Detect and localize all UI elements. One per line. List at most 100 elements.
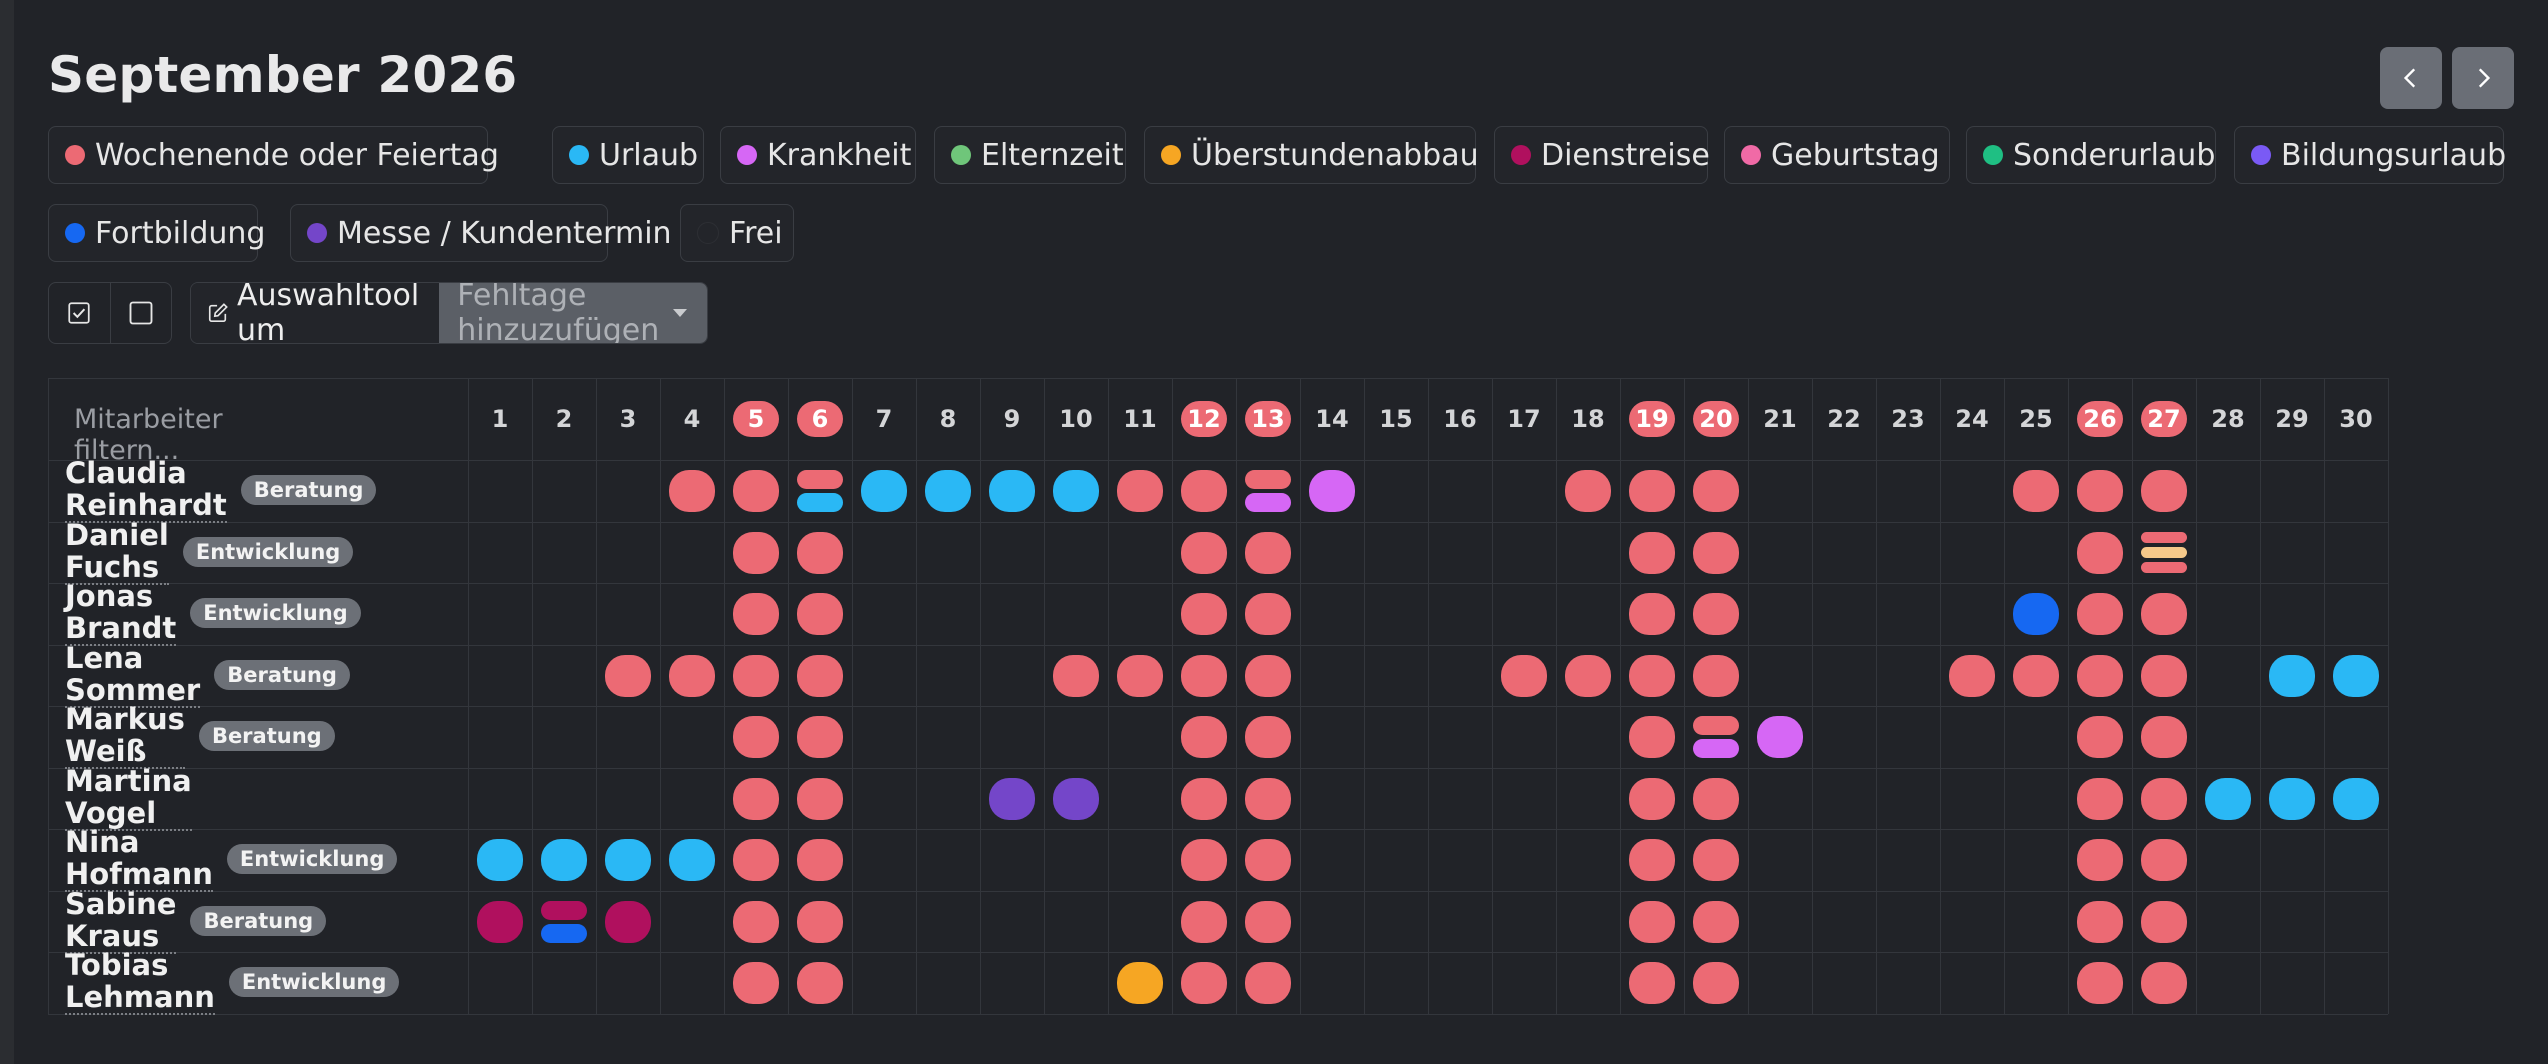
absence-marker-urlaub[interactable] — [2333, 654, 2379, 697]
absence-marker-krankheit[interactable] — [1309, 470, 1355, 512]
absence-marker-urlaub[interactable] — [2269, 777, 2315, 820]
absence-marker-weekend[interactable] — [669, 654, 715, 697]
absence-marker-weekend[interactable] — [2077, 777, 2123, 820]
absence-marker-weekend[interactable] — [1629, 531, 1675, 574]
absence-marker-urlaub[interactable] — [1053, 470, 1099, 512]
absence-marker-weekend[interactable] — [1693, 593, 1739, 635]
legend-item-fortbildung[interactable]: Fortbildung — [48, 204, 265, 262]
absence-marker-urlaub[interactable] — [2333, 777, 2379, 820]
absence-marker-weekend[interactable] — [1693, 531, 1739, 574]
absence-marker-weekend[interactable] — [2141, 531, 2187, 543]
absence-marker-urlaub[interactable] — [669, 839, 715, 881]
absence-marker-weekend[interactable] — [733, 593, 779, 635]
absence-marker-weekend[interactable] — [733, 716, 779, 758]
absence-marker-weekend[interactable] — [669, 470, 715, 512]
next-month-button[interactable] — [2452, 47, 2514, 109]
absence-marker-weekend[interactable] — [2077, 716, 2123, 758]
absence-marker-weekend[interactable] — [2141, 716, 2187, 758]
absence-marker-weekend[interactable] — [1629, 470, 1675, 512]
absence-marker-weekend[interactable] — [2077, 839, 2123, 881]
absence-marker-weekend[interactable] — [2077, 593, 2123, 635]
employee-name[interactable]: Nina Hofmann — [65, 826, 213, 892]
absence-marker-weekend[interactable] — [2141, 470, 2187, 512]
absence-marker-weekend[interactable] — [2141, 777, 2187, 820]
absence-marker-weekend[interactable] — [797, 839, 843, 881]
absence-marker-weekend[interactable] — [1629, 962, 1675, 1004]
absence-marker-weekend[interactable] — [797, 900, 843, 943]
absence-marker-weekend[interactable] — [797, 654, 843, 697]
absence-marker-weekend[interactable] — [1629, 777, 1675, 820]
absence-marker-weekend[interactable] — [605, 654, 651, 697]
absence-marker-weekend[interactable] — [1693, 470, 1739, 512]
legend-item-elternzeit[interactable]: Elternzeit — [934, 126, 1126, 184]
absence-marker-urlaub[interactable] — [2269, 654, 2315, 697]
select-all-button[interactable] — [49, 283, 110, 343]
absence-marker-weekend[interactable] — [2077, 531, 2123, 574]
absence-marker-weekend[interactable] — [797, 962, 843, 1004]
absence-marker-weekend[interactable] — [1245, 593, 1291, 635]
absence-marker-ueberstunden[interactable] — [1117, 962, 1163, 1004]
absence-marker-weekend[interactable] — [1693, 777, 1739, 820]
absence-marker-fortbildung[interactable] — [2013, 593, 2059, 635]
absence-marker-fortbildung[interactable] — [541, 923, 587, 943]
absence-marker-weekend[interactable] — [1181, 593, 1227, 635]
absence-marker-weekend[interactable] — [2077, 654, 2123, 697]
employee-name[interactable]: Martina Vogel — [65, 765, 192, 831]
absence-marker-weekend[interactable] — [1117, 654, 1163, 697]
employee-name[interactable]: Tobias Lehmann — [65, 949, 215, 1015]
legend-item-bildungsurlaub[interactable]: Bildungsurlaub — [2234, 126, 2506, 184]
absence-marker-urlaub[interactable] — [797, 493, 843, 512]
absence-marker-weekend[interactable] — [1245, 839, 1291, 881]
absence-marker-weekend[interactable] — [733, 900, 779, 943]
absence-marker-weekend[interactable] — [733, 839, 779, 881]
absence-marker-weekend[interactable] — [1693, 716, 1739, 735]
absence-marker-weekend[interactable] — [1245, 900, 1291, 943]
absence-marker-weekend[interactable] — [1501, 654, 1547, 697]
absence-marker-weekend[interactable] — [1245, 531, 1291, 574]
employee-name[interactable]: Jonas Brandt — [65, 580, 176, 646]
prev-month-button[interactable] — [2380, 47, 2442, 109]
absence-marker-messe[interactable] — [1053, 777, 1099, 820]
absence-marker-urlaub[interactable] — [989, 470, 1035, 512]
employee-name[interactable]: Daniel Fuchs — [65, 519, 169, 585]
absence-marker-weekend[interactable] — [733, 777, 779, 820]
absence-marker-weekend[interactable] — [1181, 470, 1227, 512]
legend-item-krankheit[interactable]: Krankheit — [720, 126, 916, 184]
absence-marker-krankheit[interactable] — [1245, 493, 1291, 512]
absence-marker-weekend[interactable] — [1181, 777, 1227, 820]
legend-item-messe[interactable]: Messe / Kundentermin — [290, 204, 672, 262]
absence-marker-weekend[interactable] — [1181, 654, 1227, 697]
absence-marker-weekend[interactable] — [2141, 962, 2187, 1004]
absence-marker-dienstreise[interactable] — [541, 900, 587, 920]
employee-name[interactable]: Markus Weiß — [65, 703, 185, 769]
absence-marker-weekend[interactable] — [1693, 839, 1739, 881]
absence-marker-weekend[interactable] — [1629, 593, 1675, 635]
absence-marker-weekend[interactable] — [1053, 654, 1099, 697]
absence-marker-weekend[interactable] — [797, 777, 843, 820]
absence-marker-ueberstunden[interactable] — [2141, 546, 2187, 559]
absence-marker-weekend[interactable] — [2141, 593, 2187, 635]
legend-item-sonderurlaub[interactable]: Sonderurlaub — [1966, 126, 2216, 184]
absence-marker-urlaub[interactable] — [925, 470, 971, 512]
absence-marker-dienstreise[interactable] — [477, 900, 523, 943]
select-none-button[interactable] — [109, 283, 172, 343]
absence-marker-weekend[interactable] — [733, 654, 779, 697]
absence-marker-weekend[interactable] — [2141, 900, 2187, 943]
absence-marker-weekend[interactable] — [2141, 839, 2187, 881]
absence-marker-weekend[interactable] — [733, 531, 779, 574]
absence-marker-weekend[interactable] — [1693, 900, 1739, 943]
absence-marker-weekend[interactable] — [1629, 716, 1675, 758]
absence-marker-weekend[interactable] — [797, 716, 843, 758]
absence-marker-weekend[interactable] — [1117, 470, 1163, 512]
absence-marker-weekend[interactable] — [1245, 716, 1291, 758]
absence-marker-weekend[interactable] — [1565, 470, 1611, 512]
legend-item-frei[interactable]: Frei — [680, 204, 794, 262]
absence-marker-weekend[interactable] — [2077, 900, 2123, 943]
absence-marker-krankheit[interactable] — [1757, 716, 1803, 758]
absence-marker-urlaub[interactable] — [477, 839, 523, 881]
absence-marker-messe[interactable] — [989, 777, 1035, 820]
absence-marker-weekend[interactable] — [797, 593, 843, 635]
absence-marker-weekend[interactable] — [1181, 962, 1227, 1004]
legend-item-geburtstag[interactable]: Geburtstag — [1724, 126, 1950, 184]
absence-marker-weekend[interactable] — [1693, 654, 1739, 697]
